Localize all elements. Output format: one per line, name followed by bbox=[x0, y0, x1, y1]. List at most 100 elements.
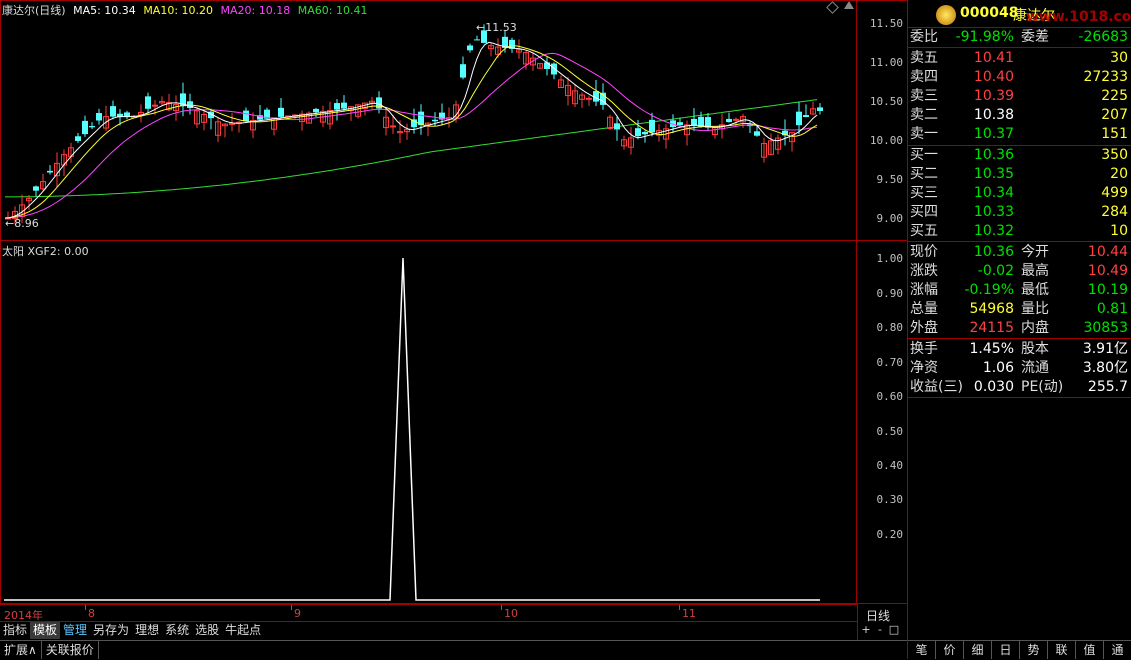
weicha-value: -26683 bbox=[1078, 29, 1128, 45]
ma-line bbox=[4, 44, 818, 219]
candle-body bbox=[649, 119, 655, 133]
tb-indicator[interactable]: 指标 bbox=[0, 622, 30, 639]
price-tick: 10.50 bbox=[869, 95, 903, 108]
ind-tick: 1.00 bbox=[876, 252, 904, 265]
ind-tick: 0.40 bbox=[876, 459, 904, 472]
y-axis: 11.50 11.00 10.50 10.00 9.50 9.00 1.00 0… bbox=[857, 0, 907, 604]
candle-body bbox=[89, 126, 95, 128]
candlestick-chart[interactable] bbox=[0, 0, 857, 240]
x-tick: 10 bbox=[504, 607, 518, 620]
tab-price[interactable]: 价 bbox=[936, 641, 964, 659]
tab-day[interactable]: 日 bbox=[992, 641, 1020, 659]
price-pane[interactable]: 康达尔(日线) MA5: 10.34 MA10: 10.20 MA20: 10.… bbox=[0, 0, 857, 240]
fundamental-row: 净资 1.06 流通 3.80亿 bbox=[910, 360, 1128, 376]
low-annotation: ←8.96 bbox=[5, 217, 39, 230]
candle-body bbox=[754, 131, 760, 136]
candle-body bbox=[390, 125, 396, 128]
tab-tong[interactable]: 通 bbox=[1104, 641, 1131, 659]
high-annotation: ←11.53 bbox=[476, 21, 517, 34]
tb-system[interactable]: 系统 bbox=[162, 622, 192, 639]
x-axis: 2014年 8 9 10 11 bbox=[0, 604, 857, 622]
ind-tick: 0.20 bbox=[876, 528, 904, 541]
ask-row[interactable]: 卖五 10.41 30 bbox=[908, 49, 1131, 68]
candle-body bbox=[313, 108, 319, 113]
logo-icon bbox=[936, 5, 956, 25]
candle-body bbox=[341, 102, 347, 109]
price-tick: 10.00 bbox=[869, 134, 903, 147]
price-tick: 11.50 bbox=[869, 17, 903, 30]
candlesticks bbox=[5, 24, 823, 225]
indicator-toolbar: 指标 模板 管理 另存为 理想 系统 选股 牛起点 bbox=[0, 622, 857, 641]
candle-body bbox=[432, 119, 438, 122]
bid-row[interactable]: 买三 10.34 499 bbox=[908, 184, 1131, 203]
ask-row[interactable]: 卖二 10.38 207 bbox=[908, 106, 1131, 125]
ind-tick: 0.50 bbox=[876, 425, 904, 438]
tb-stock-pick[interactable]: 选股 bbox=[192, 622, 222, 639]
tab-link[interactable]: 联 bbox=[1048, 641, 1076, 659]
quote-row: 总量 54968 量比 0.81 bbox=[910, 301, 1128, 317]
bid-row[interactable]: 买四 10.33 284 bbox=[908, 203, 1131, 222]
high-arrow-icon: ← bbox=[476, 21, 486, 34]
candle-body bbox=[110, 106, 116, 117]
candle-body bbox=[243, 110, 249, 122]
candle-body bbox=[96, 113, 102, 121]
indicator-pane[interactable]: 太阳 XGF2: 0.00 bbox=[0, 240, 857, 605]
tb-save-as[interactable]: 另存为 bbox=[90, 622, 132, 639]
candle-body bbox=[803, 115, 809, 117]
bid-row[interactable]: 买一 10.36 350 bbox=[908, 146, 1131, 165]
zoom-out-button[interactable]: - bbox=[873, 623, 887, 637]
ind-tick: 0.80 bbox=[876, 321, 904, 334]
candle-body bbox=[47, 170, 53, 173]
ask-row[interactable]: 卖四 10.40 27233 bbox=[908, 68, 1131, 87]
ask-row[interactable]: 卖一 10.37 151 bbox=[908, 125, 1131, 144]
candle-body bbox=[614, 123, 620, 130]
quote-row: 涨跌 -0.02 最高 10.49 bbox=[910, 263, 1128, 279]
low-arrow-icon: ← bbox=[5, 217, 15, 230]
candle-body bbox=[75, 136, 81, 141]
x-tick: 2014年 bbox=[4, 609, 43, 622]
tb-template[interactable]: 模板 bbox=[30, 622, 61, 639]
candle-body bbox=[474, 39, 480, 41]
stock-header: 000048 康达尔 www.1018.com bbox=[908, 0, 1131, 27]
price-tick: 11.00 bbox=[869, 56, 903, 69]
bid-row[interactable]: 买五 10.32 10 bbox=[908, 222, 1131, 241]
candle-body bbox=[677, 122, 683, 126]
related-quote-button[interactable]: 关联报价 bbox=[42, 641, 99, 659]
candle-body bbox=[796, 111, 802, 126]
ma-lines bbox=[4, 41, 818, 219]
candle-body bbox=[467, 45, 473, 51]
ind-tick: 0.30 bbox=[876, 493, 904, 506]
tb-manage[interactable]: 管理 bbox=[60, 622, 90, 639]
candle-body bbox=[82, 120, 88, 135]
candle-body bbox=[145, 96, 151, 109]
restore-button[interactable]: □ bbox=[887, 623, 901, 637]
fundamental-row: 收益(三) 0.030 PE(动) 255.7 bbox=[910, 379, 1128, 395]
zoom-in-button[interactable]: + bbox=[859, 623, 873, 637]
candle-body bbox=[124, 112, 130, 117]
ask-row[interactable]: 卖三 10.39 225 bbox=[908, 87, 1131, 106]
candle-body bbox=[334, 103, 340, 110]
tab-value[interactable]: 值 bbox=[1076, 641, 1104, 659]
zoom-buttons: + - □ bbox=[857, 622, 909, 640]
candle-body bbox=[586, 97, 592, 100]
status-bar: 扩展∧ 关联报价 bbox=[0, 640, 907, 660]
candle-body bbox=[152, 104, 158, 107]
tab-trend[interactable]: 势 bbox=[1020, 641, 1048, 659]
bid-row[interactable]: 买二 10.35 20 bbox=[908, 165, 1131, 184]
price-tick: 9.00 bbox=[876, 212, 904, 225]
tb-bull-start[interactable]: 牛起点 bbox=[222, 622, 264, 639]
candle-body bbox=[460, 64, 466, 78]
x-tick: 8 bbox=[88, 607, 95, 620]
candle-body bbox=[817, 107, 823, 111]
tb-ideal[interactable]: 理想 bbox=[132, 622, 162, 639]
tab-detail[interactable]: 细 bbox=[964, 641, 992, 659]
quote-row: 现价 10.36 今开 10.44 bbox=[910, 244, 1128, 260]
x-tick: 11 bbox=[682, 607, 696, 620]
price-tick: 9.50 bbox=[876, 173, 904, 186]
x-tick: 9 bbox=[294, 607, 301, 620]
candle-body bbox=[691, 118, 697, 126]
watermark: www.1018.com bbox=[1026, 9, 1131, 25]
candle-body bbox=[278, 107, 284, 117]
expand-button[interactable]: 扩展∧ bbox=[0, 641, 42, 659]
tab-bi[interactable]: 笔 bbox=[908, 641, 936, 659]
